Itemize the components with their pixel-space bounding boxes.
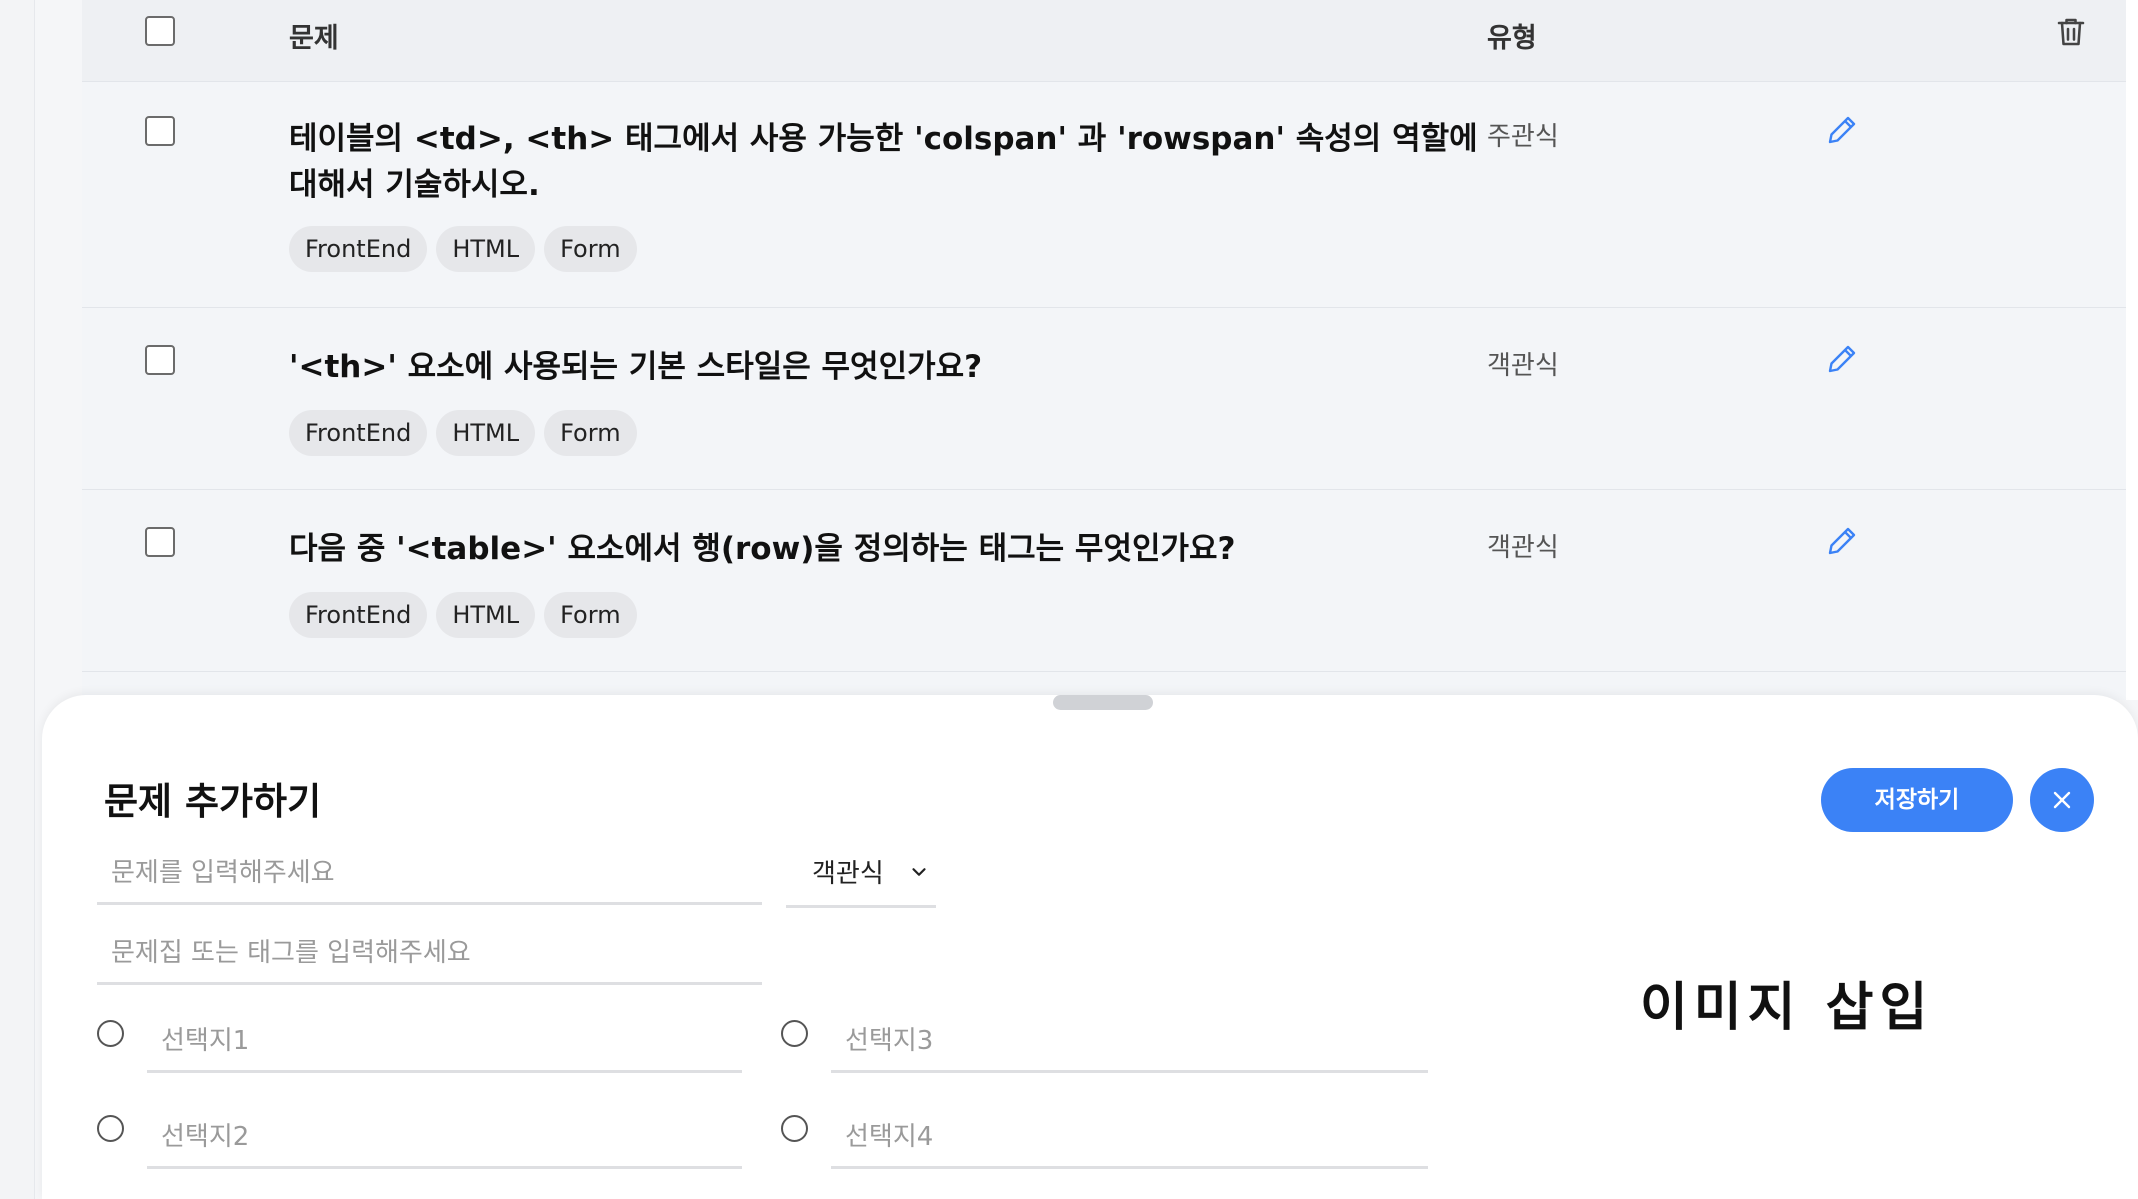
edit-icon[interactable]	[1824, 112, 1860, 148]
tag-input[interactable]	[97, 923, 762, 985]
tag-chip[interactable]: FrontEnd	[289, 592, 428, 638]
choice-radio[interactable]	[781, 1115, 808, 1142]
left-sidebar-edge	[0, 0, 35, 1199]
choice-radio[interactable]	[97, 1115, 124, 1142]
question-type: 주관식	[1487, 122, 1559, 152]
tag-chip[interactable]: Form	[544, 592, 637, 638]
tag-list: FrontEnd HTML Form	[289, 410, 637, 456]
type-select[interactable]: 객관식	[786, 843, 936, 908]
right-edge	[2126, 0, 2138, 700]
tag-chip[interactable]: FrontEnd	[289, 226, 428, 272]
question-title: '<th>' 요소에 사용되는 기본 스타일은 무엇인가요?	[289, 349, 983, 385]
question-table: 문제 유형 테이블의 <td>, <th> 태그에서 사용 가능한 'colsp…	[82, 0, 2126, 700]
table-row[interactable]: '<th>' 요소에 사용되는 기본 스타일은 무엇인가요? FrontEnd …	[82, 308, 2126, 490]
question-input[interactable]	[97, 843, 762, 905]
tag-chip[interactable]: Form	[544, 226, 637, 272]
tag-chip[interactable]: Form	[544, 410, 637, 456]
choice-radio[interactable]	[781, 1020, 808, 1047]
row-checkbox[interactable]	[145, 116, 175, 146]
choice-radio[interactable]	[97, 1020, 124, 1047]
select-all-checkbox[interactable]	[145, 16, 175, 46]
chevron-down-icon	[912, 868, 926, 876]
question-type: 객관식	[1487, 351, 1559, 381]
sheet-drag-handle[interactable]	[1053, 695, 1153, 710]
sheet-title: 문제 추가하기	[104, 780, 322, 823]
edit-icon[interactable]	[1824, 341, 1860, 377]
tag-list: FrontEnd HTML Form	[289, 226, 637, 272]
tag-list: FrontEnd HTML Form	[289, 592, 637, 638]
add-question-sheet: 문제 추가하기 저장하기 객관식 이미지 삽입	[42, 695, 2138, 1199]
header-type: 유형	[1487, 23, 1537, 54]
question-type: 객관식	[1487, 533, 1559, 563]
edit-icon[interactable]	[1824, 523, 1860, 559]
choice-4-input[interactable]	[831, 1107, 1428, 1169]
table-header: 문제 유형	[82, 0, 2126, 82]
tag-chip[interactable]: HTML	[436, 410, 536, 456]
row-checkbox[interactable]	[145, 527, 175, 557]
trash-icon[interactable]	[2053, 14, 2089, 50]
image-insert-button[interactable]: 이미지 삽입	[1640, 965, 1933, 1040]
choice-3-input[interactable]	[831, 1011, 1428, 1073]
close-button[interactable]	[2030, 768, 2094, 832]
tag-chip[interactable]: HTML	[436, 592, 536, 638]
choice-1-input[interactable]	[147, 1011, 742, 1073]
question-title: 다음 중 '<table>' 요소에서 행(row)을 정의하는 태그는 무엇인…	[289, 531, 1236, 567]
tag-chip[interactable]: FrontEnd	[289, 410, 428, 456]
close-icon	[2053, 791, 2071, 809]
tag-chip[interactable]: HTML	[436, 226, 536, 272]
choice-2-input[interactable]	[147, 1107, 742, 1169]
save-button[interactable]: 저장하기	[1821, 768, 2013, 832]
header-question: 문제	[289, 23, 339, 54]
table-row[interactable]: 다음 중 '<table>' 요소에서 행(row)을 정의하는 태그는 무엇인…	[82, 490, 2126, 672]
type-select-value: 객관식	[812, 859, 884, 889]
question-title: 테이블의 <td>, <th> 태그에서 사용 가능한 'colspan' 과 …	[289, 121, 1478, 203]
row-checkbox[interactable]	[145, 345, 175, 375]
table-row[interactable]: 테이블의 <td>, <th> 태그에서 사용 가능한 'colspan' 과 …	[82, 82, 2126, 308]
